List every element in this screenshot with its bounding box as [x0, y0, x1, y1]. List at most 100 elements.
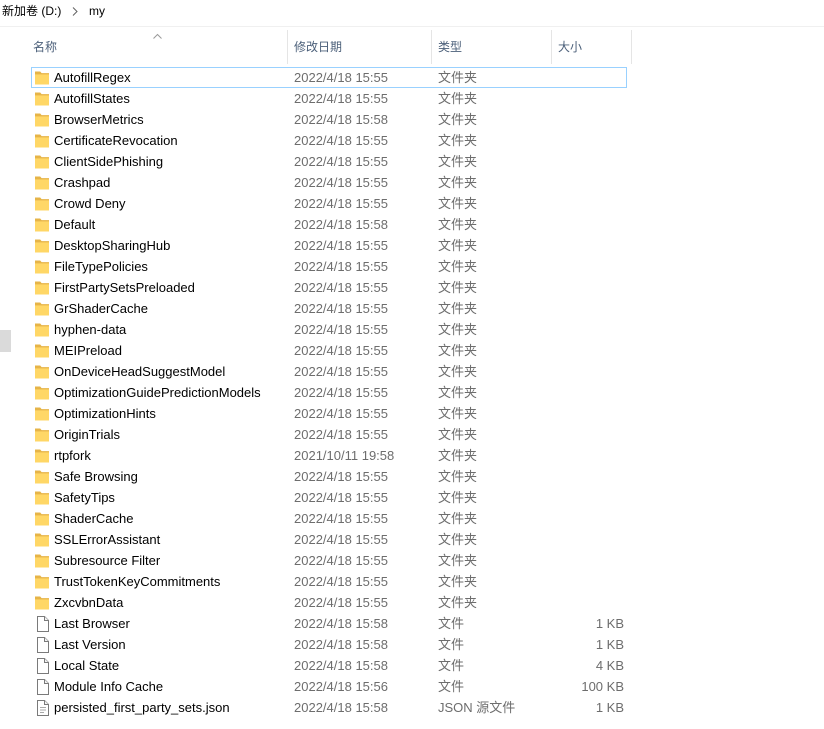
file-row[interactable]: FileTypePolicies 2022/4/18 15:55 文件夹 — [31, 256, 627, 277]
file-name[interactable]: SafetyTips — [54, 488, 115, 507]
file-row[interactable]: Default 2022/4/18 15:58 文件夹 — [31, 214, 627, 235]
file-row[interactable]: ZxcvbnData 2022/4/18 15:55 文件夹 — [31, 592, 627, 613]
file-type: 文件夹 — [438, 574, 478, 589]
file-row[interactable]: SSLErrorAssistant 2022/4/18 15:55 文件夹 — [31, 529, 627, 550]
modified-date: 2022/4/18 15:55 — [294, 175, 388, 190]
column-header-modified[interactable]: 修改日期 — [288, 30, 431, 64]
file-name[interactable]: Last Browser — [54, 614, 130, 633]
file-name[interactable]: rtpfork — [54, 446, 91, 465]
file-row[interactable]: Subresource Filter 2022/4/18 15:55 文件夹 — [31, 550, 627, 571]
file-size: 1 KB — [595, 637, 624, 652]
file-name[interactable]: hyphen-data — [54, 320, 126, 339]
file-row[interactable]: BrowserMetrics 2022/4/18 15:58 文件夹 — [31, 109, 627, 130]
file-row[interactable]: OnDeviceHeadSuggestModel 2022/4/18 15:55 文… — [31, 361, 627, 382]
file-type: 文件夹 — [438, 196, 478, 211]
folder-icon — [35, 70, 51, 86]
file-name[interactable]: SSLErrorAssistant — [54, 530, 160, 549]
modified-date: 2021/10/11 19:58 — [294, 448, 395, 463]
file-row[interactable]: ShaderCache 2022/4/18 15:55 文件夹 — [31, 508, 627, 529]
file-name[interactable]: OptimizationGuidePredictionModels — [54, 383, 261, 402]
file-type: 文件夹 — [438, 553, 478, 568]
file-row[interactable]: SafetyTips 2022/4/18 15:55 文件夹 — [31, 487, 627, 508]
file-name[interactable]: GrShaderCache — [54, 299, 148, 318]
folder-icon — [35, 532, 51, 548]
file-row[interactable]: CertificateRevocation 2022/4/18 15:55 文件夹 — [31, 130, 627, 151]
file-row[interactable]: Last Version 2022/4/18 15:58 文件 1 KB — [31, 634, 627, 655]
modified-date: 2022/4/18 15:58 — [294, 616, 388, 631]
file-name[interactable]: FileTypePolicies — [54, 257, 148, 276]
file-row[interactable]: Crashpad 2022/4/18 15:55 文件夹 — [31, 172, 627, 193]
folder-icon — [35, 217, 51, 233]
file-row[interactable]: persisted_first_party_sets.json 2022/4/18… — [31, 697, 627, 718]
file-name[interactable]: AutofillRegex — [54, 68, 131, 87]
file-name[interactable]: FirstPartySetsPreloaded — [54, 278, 195, 297]
modified-date: 2022/4/18 15:55 — [294, 280, 388, 295]
file-name[interactable]: AutofillStates — [54, 89, 130, 108]
chevron-right-icon[interactable] — [72, 7, 78, 16]
file-name[interactable]: Safe Browsing — [54, 467, 138, 486]
file-name[interactable]: persisted_first_party_sets.json — [54, 698, 230, 717]
file-type: 文件夹 — [438, 469, 478, 484]
file-name[interactable]: CertificateRevocation — [54, 131, 178, 150]
file-row[interactable]: OptimizationGuidePredictionModels 2022/4/… — [31, 382, 627, 403]
address-bar-divider — [0, 26, 824, 27]
file-name[interactable]: TrustTokenKeyCommitments — [54, 572, 220, 591]
column-header-size[interactable]: 大小 — [552, 30, 631, 64]
column-header-type-label: 类型 — [438, 40, 463, 54]
breadcrumb-item-folder[interactable]: my — [89, 0, 105, 22]
file-name[interactable]: DesktopSharingHub — [54, 236, 170, 255]
folder-icon — [35, 280, 51, 296]
file-name[interactable]: Last Version — [54, 635, 126, 654]
file-row[interactable]: DesktopSharingHub 2022/4/18 15:55 文件夹 — [31, 235, 627, 256]
file-name[interactable]: Subresource Filter — [54, 551, 160, 570]
file-row[interactable]: TrustTokenKeyCommitments 2022/4/18 15:55 文… — [31, 571, 627, 592]
file-name[interactable]: ShaderCache — [54, 509, 134, 528]
file-name[interactable]: Crashpad — [54, 173, 110, 192]
file-name[interactable]: OptimizationHints — [54, 404, 156, 423]
file-type: 文件夹 — [438, 322, 478, 337]
column-header-name-label: 名称 — [33, 40, 58, 54]
file-row[interactable]: ClientSidePhishing 2022/4/18 15:55 文件夹 — [31, 151, 627, 172]
file-row[interactable]: OptimizationHints 2022/4/18 15:55 文件夹 — [31, 403, 627, 424]
column-header-bar: 名称 修改日期 类型 大小 — [23, 30, 632, 64]
file-type: 文件 — [438, 616, 465, 631]
file-name[interactable]: ZxcvbnData — [54, 593, 123, 612]
file-row[interactable]: FirstPartySetsPreloaded 2022/4/18 15:55 文件… — [31, 277, 627, 298]
file-type: 文件夹 — [438, 490, 478, 505]
file-type: 文件夹 — [438, 70, 478, 85]
file-row[interactable]: AutofillStates 2022/4/18 15:55 文件夹 — [31, 88, 627, 109]
folder-icon — [35, 175, 51, 191]
file-name[interactable]: Crowd Deny — [54, 194, 126, 213]
file-name[interactable]: BrowserMetrics — [54, 110, 144, 129]
column-resize-handle[interactable] — [631, 30, 632, 64]
file-row[interactable]: AutofillRegex 2022/4/18 15:55 文件夹 — [31, 67, 627, 88]
file-row[interactable]: GrShaderCache 2022/4/18 15:55 文件夹 — [31, 298, 627, 319]
file-type: 文件 — [438, 658, 465, 673]
navigation-pane-scrollbar-thumb[interactable] — [0, 330, 11, 352]
breadcrumb-item-drive[interactable]: 新加卷 (D:) — [2, 0, 61, 22]
column-header-type[interactable]: 类型 — [432, 30, 551, 64]
file-type: 文件夹 — [438, 280, 478, 295]
file-row[interactable]: Safe Browsing 2022/4/18 15:55 文件夹 — [31, 466, 627, 487]
file-row[interactable]: Last Browser 2022/4/18 15:58 文件 1 KB — [31, 613, 627, 634]
file-name[interactable]: Module Info Cache — [54, 677, 163, 696]
modified-date: 2022/4/18 15:55 — [294, 91, 388, 106]
file-name[interactable]: Default — [54, 215, 95, 234]
file-type: 文件夹 — [438, 301, 478, 316]
file-name[interactable]: OriginTrials — [54, 425, 120, 444]
modified-date: 2022/4/18 15:56 — [294, 679, 388, 694]
file-row[interactable]: MEIPreload 2022/4/18 15:55 文件夹 — [31, 340, 627, 361]
file-row[interactable]: Module Info Cache 2022/4/18 15:56 文件 100 KB — [31, 676, 627, 697]
file-row[interactable]: Crowd Deny 2022/4/18 15:55 文件夹 — [31, 193, 627, 214]
file-size: 100 KB — [581, 679, 624, 694]
file-row[interactable]: rtpfork 2021/10/11 19:58 文件夹 — [31, 445, 627, 466]
file-name[interactable]: ClientSidePhishing — [54, 152, 163, 171]
file-row[interactable]: Local State 2022/4/18 15:58 文件 4 KB — [31, 655, 627, 676]
file-row[interactable]: hyphen-data 2022/4/18 15:55 文件夹 — [31, 319, 627, 340]
file-type: 文件夹 — [438, 343, 478, 358]
file-name[interactable]: OnDeviceHeadSuggestModel — [54, 362, 225, 381]
file-name[interactable]: MEIPreload — [54, 341, 122, 360]
file-name[interactable]: Local State — [54, 656, 119, 675]
modified-date: 2022/4/18 15:55 — [294, 154, 388, 169]
file-row[interactable]: OriginTrials 2022/4/18 15:55 文件夹 — [31, 424, 627, 445]
